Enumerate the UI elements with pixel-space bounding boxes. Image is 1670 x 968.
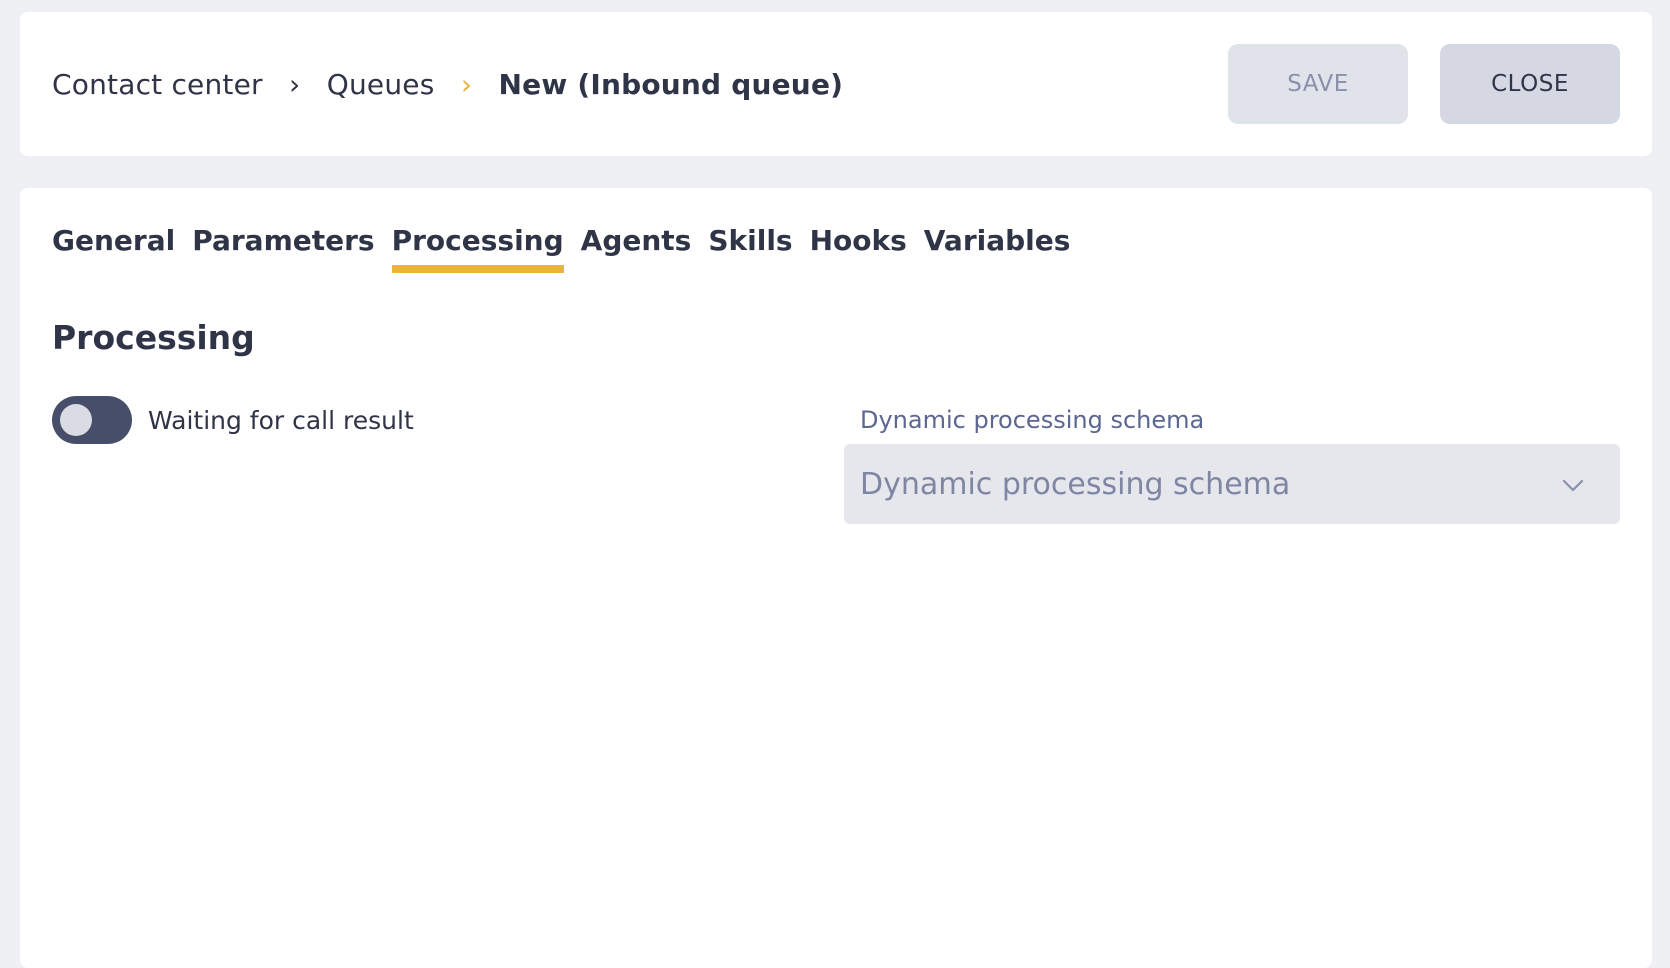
tab-parameters[interactable]: Parameters: [192, 224, 374, 273]
close-button[interactable]: CLOSE: [1440, 44, 1620, 124]
waiting-for-call-result-toggle[interactable]: [52, 396, 132, 444]
tab-hooks[interactable]: Hooks: [810, 224, 907, 273]
schema-field-label: Dynamic processing schema: [860, 406, 1205, 434]
toggle-label: Waiting for call result: [148, 405, 414, 435]
tab-general[interactable]: General: [52, 224, 175, 273]
breadcrumb: Contact center › Queues › New (Inbound q…: [52, 12, 843, 156]
tab-bar: General Parameters Processing Agents Ski…: [52, 224, 1070, 273]
breadcrumb-queues[interactable]: Queues: [327, 68, 435, 101]
chevron-down-icon: [1562, 479, 1584, 492]
schema-placeholder: Dynamic processing schema: [860, 466, 1291, 502]
chevron-right-icon: ›: [289, 67, 301, 101]
tab-agents[interactable]: Agents: [581, 224, 692, 273]
section-title: Processing: [52, 318, 255, 357]
main-card: General Parameters Processing Agents Ski…: [20, 188, 1652, 968]
header-card: Contact center › Queues › New (Inbound q…: [20, 12, 1652, 156]
chevron-right-icon: ›: [460, 67, 473, 101]
breadcrumb-contact-center[interactable]: Contact center: [52, 68, 263, 101]
tab-processing[interactable]: Processing: [391, 224, 564, 273]
tab-variables[interactable]: Variables: [924, 224, 1071, 273]
waiting-for-call-result-row: Waiting for call result: [52, 396, 414, 444]
save-button[interactable]: SAVE: [1228, 44, 1408, 124]
toggle-knob: [60, 404, 92, 436]
dynamic-processing-schema-select[interactable]: Dynamic processing schema: [844, 444, 1620, 524]
breadcrumb-current-page: New (Inbound queue): [498, 67, 844, 101]
tab-skills[interactable]: Skills: [708, 224, 792, 273]
